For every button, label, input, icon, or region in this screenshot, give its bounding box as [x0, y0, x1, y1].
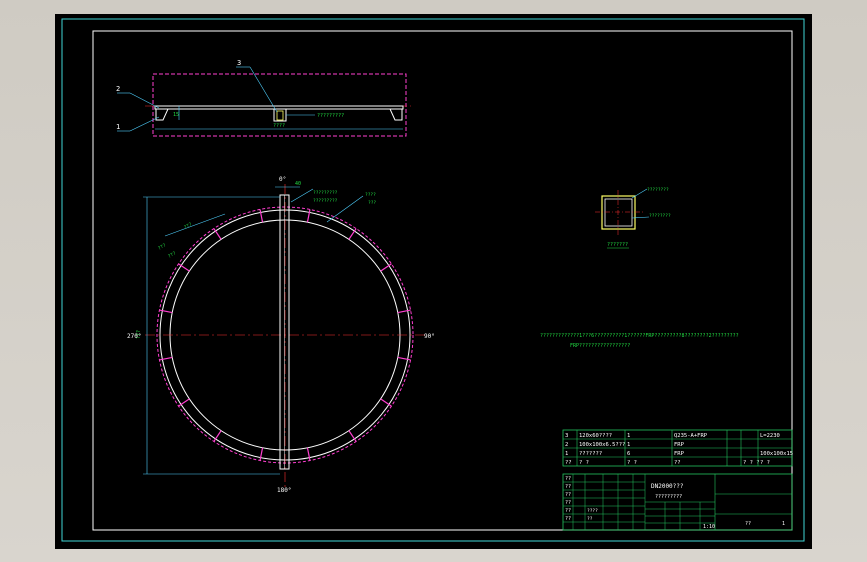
- title-row-label: ??: [565, 516, 571, 522]
- ring-joint-mark: [306, 209, 311, 223]
- bom-cell: 100x100x15: [760, 451, 793, 457]
- note-6: ???: [157, 242, 167, 251]
- bom-cell: L=2230: [760, 433, 780, 439]
- bom-cell: ? ?: [579, 460, 589, 466]
- technical-notes: ?????????????1???6??????????1??????FRP??…: [540, 333, 739, 349]
- ring-joint-mark: [397, 356, 411, 361]
- dim-top-text: 40: [295, 181, 301, 187]
- angle-bottom: 180°: [277, 487, 291, 494]
- dim-width-text: ????: [273, 123, 285, 129]
- dim-height-text: 15: [173, 112, 179, 118]
- title-row-label: ??: [565, 484, 571, 490]
- ring-joint-mark: [259, 447, 264, 461]
- bom-cell: ? ? ?: [743, 460, 760, 466]
- left-support: [155, 108, 169, 121]
- bom-cell: ? ?: [627, 460, 637, 466]
- callout-1: 1: [116, 123, 120, 131]
- detail-leader-1: [631, 188, 648, 199]
- ring-view: ??? 40 0° 90° 180° 270° ????????? ??????…: [127, 176, 435, 494]
- detail-view: ???????? ???????? ???????: [595, 187, 671, 249]
- sheet-count: 1: [782, 521, 785, 527]
- callout-1-leader-b: [129, 116, 160, 132]
- note-line-2: FRP?????????????????: [570, 343, 630, 349]
- title-rev-cell: ??: [587, 516, 593, 522]
- bom-cell: 1: [627, 442, 630, 448]
- bom-cell: Q235-A+FRP: [674, 433, 708, 439]
- angle-top: 0°: [279, 176, 286, 183]
- title-row-label: ??: [565, 508, 571, 514]
- label-3: ?????????: [317, 113, 344, 119]
- note-4: ???: [368, 200, 376, 206]
- bom-cell: 3: [565, 433, 568, 439]
- note-1: ?????????: [313, 190, 338, 196]
- title-row-label: ??: [565, 492, 571, 498]
- callout-2-leader-b: [129, 92, 160, 109]
- bom-cell: 1: [565, 451, 568, 457]
- detail-section-inner: [604, 198, 633, 227]
- bom-cell: ??: [674, 460, 681, 466]
- title-rev-cell: ????: [587, 508, 598, 514]
- bom-cell: FRP: [674, 442, 685, 448]
- drawing-name: DN2000???: [651, 483, 684, 490]
- bom-cell: 6: [627, 451, 630, 457]
- angle-left: 270°: [127, 333, 141, 340]
- note-7: ???: [167, 250, 177, 259]
- ring-joint-mark: [306, 447, 311, 461]
- top-view: 15 ???? 2 1 3 ?????????: [116, 59, 411, 137]
- title-row-label: ??: [565, 500, 571, 506]
- ring-joint-mark: [259, 209, 264, 223]
- bill-of-materials: 3 120x60???? 1 Q235-A+FRP L=2230 2 100x100x6.5…: [562, 429, 793, 467]
- note-5: ???: [183, 221, 193, 230]
- bom-cell: FRP: [674, 451, 685, 457]
- note-2: ?????????: [313, 198, 338, 204]
- detail-label-1: ????????: [647, 187, 669, 193]
- title-block: ?????????????????? DN2000???????????? 1:10…: [562, 473, 793, 531]
- bom-cell: ? ?: [760, 460, 770, 466]
- detail-label-2: ????????: [649, 213, 671, 219]
- scale-value: 1:10: [703, 524, 715, 530]
- ring-joint-mark: [159, 309, 173, 314]
- bom-cell: 120x60????: [579, 433, 612, 439]
- detail-section-outer: [601, 195, 636, 230]
- note-3: ????: [365, 192, 376, 198]
- callout-3: 3: [237, 59, 241, 67]
- drawing-sheet: 15 ???? 2 1 3 ????????? ??? 40 0° 90° 18…: [61, 18, 805, 542]
- detail-caption: ???????: [607, 242, 628, 248]
- bom-cell: 100x100x6.5???: [579, 442, 625, 448]
- application-frame: 15 ???? 2 1 3 ????????? ??? 40 0° 90° 18…: [0, 0, 867, 562]
- bom-cell: 1: [627, 433, 630, 439]
- bom-cell: ???????: [579, 451, 602, 457]
- note-line-1: ?????????????1???6??????????1??????FRP??…: [540, 333, 739, 339]
- right-support: [389, 108, 403, 121]
- ring-joint-mark: [159, 356, 173, 361]
- ring-joint-mark: [397, 309, 411, 314]
- angle-right: 90°: [424, 333, 435, 340]
- center-beam-inner: [276, 110, 284, 121]
- bom-cell: ??: [565, 460, 572, 466]
- note-1-leader: [290, 188, 314, 203]
- sheet-label: ??: [745, 521, 751, 527]
- drawing-subtitle: ?????????: [655, 494, 682, 500]
- title-row-label: ??: [565, 476, 571, 482]
- cad-viewport[interactable]: 15 ???? 2 1 3 ????????? ??? 40 0° 90° 18…: [55, 14, 812, 549]
- callout-2: 2: [116, 85, 120, 93]
- bom-cell: 2: [565, 442, 568, 448]
